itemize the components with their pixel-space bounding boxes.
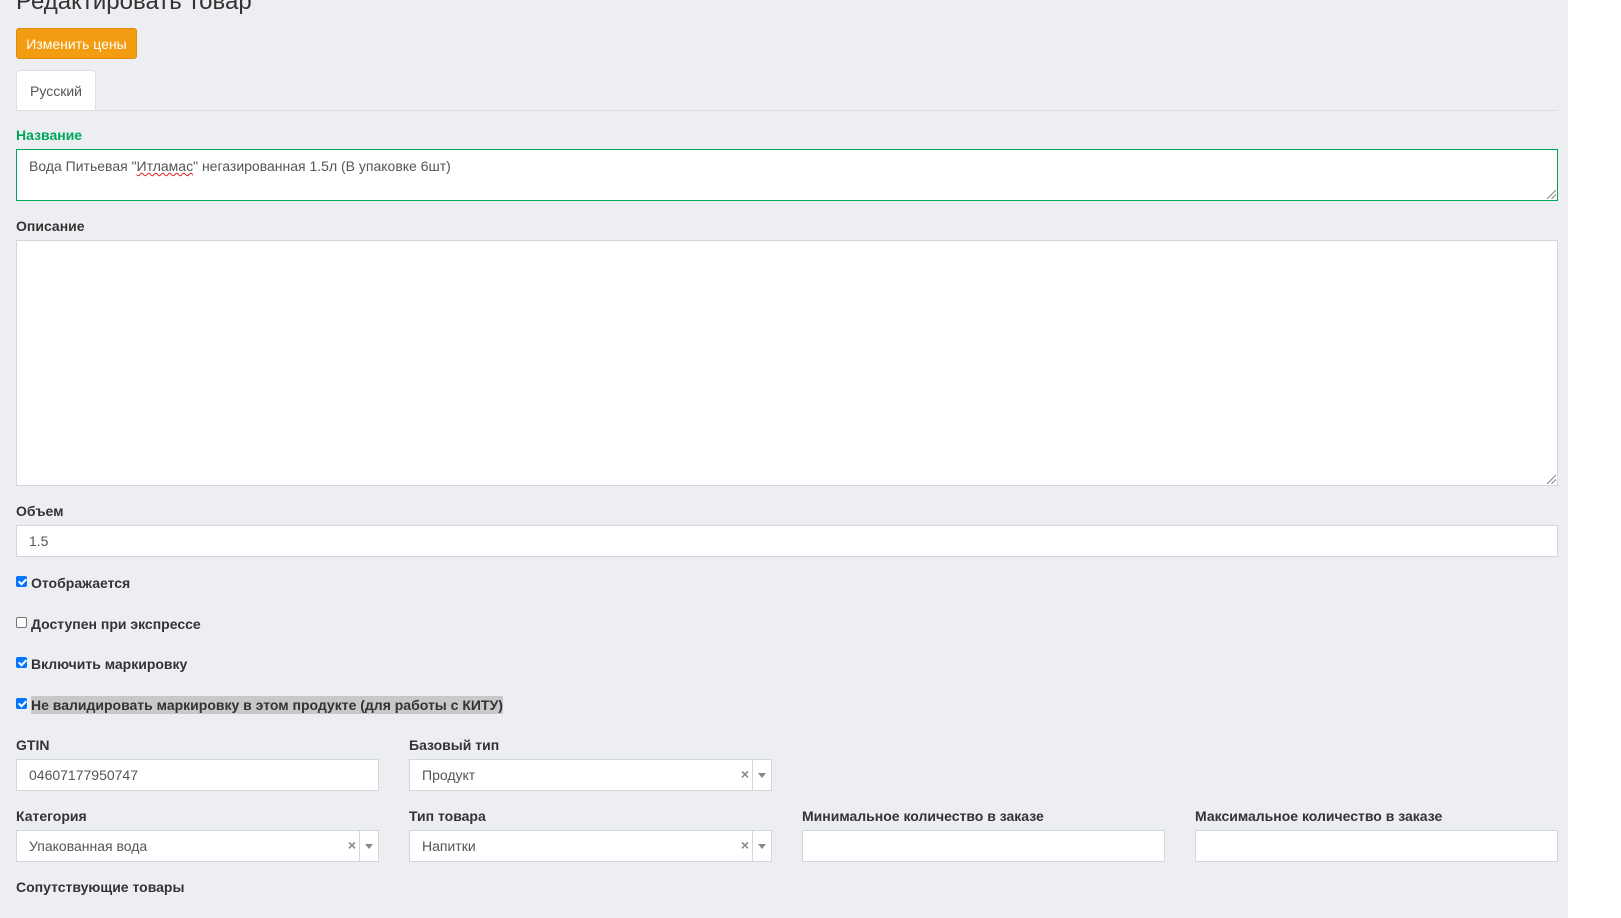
max-order-qty-input[interactable] <box>1195 830 1558 862</box>
page-title: Редактировать товар <box>16 0 252 15</box>
checkbox-visible-row[interactable]: Отображается <box>16 573 130 593</box>
change-prices-button[interactable]: Изменить цены <box>16 28 137 59</box>
right-blank-area <box>1568 0 1621 918</box>
checkbox-marking-label: Включить маркировку <box>31 656 188 672</box>
gtin-label: GTIN <box>16 737 50 753</box>
checkbox-skip-validation[interactable] <box>16 697 27 709</box>
edit-product-page: Редактировать товар Изменить цены Русски… <box>0 0 1568 918</box>
tab-russian[interactable]: Русский <box>16 70 96 110</box>
base-type-select[interactable]: Продукт × <box>409 759 772 791</box>
category-label: Категория <box>16 808 87 824</box>
product-type-value: Напитки <box>422 838 476 854</box>
checkbox-marking-row[interactable]: Включить маркировку <box>16 654 187 674</box>
checkbox-skip-validation-row[interactable]: Не валидировать маркировку в этом продук… <box>16 695 503 715</box>
name-text-start: Вода Питьевая " <box>29 158 137 174</box>
category-select[interactable]: Упакованная вода × <box>16 830 379 862</box>
product-type-select[interactable]: Напитки × <box>409 830 772 862</box>
chevron-down-icon[interactable] <box>752 760 771 790</box>
resize-grip-icon[interactable] <box>1547 190 1556 199</box>
chevron-down-icon[interactable] <box>752 831 771 861</box>
name-label: Название <box>16 127 83 143</box>
checkbox-marking[interactable] <box>16 656 27 668</box>
name-misspelled-word: Итламас <box>136 158 194 174</box>
gtin-input[interactable]: 04607177950747 <box>16 759 379 791</box>
volume-label: Объем <box>16 503 64 519</box>
related-products-label: Сопутствующие товары <box>16 879 185 895</box>
checkbox-express[interactable] <box>16 616 27 628</box>
language-tabs: Русский <box>16 70 1558 111</box>
category-value: Упакованная вода <box>29 838 148 854</box>
min-order-qty-label: Минимальное количество в заказе <box>802 808 1044 824</box>
chevron-down-icon[interactable] <box>359 831 378 861</box>
name-textarea[interactable]: Вода Питьевая "Итламас" негазированная 1… <box>16 149 1558 201</box>
volume-input[interactable]: 1.5 <box>16 525 1558 557</box>
checkbox-express-label: Доступен при экспрессе <box>31 616 201 632</box>
checkbox-visible-label: Отображается <box>31 575 131 591</box>
description-textarea[interactable] <box>16 240 1558 486</box>
checkbox-express-row[interactable]: Доступен при экспрессе <box>16 614 201 634</box>
clear-icon[interactable]: × <box>741 831 749 860</box>
clear-icon[interactable]: × <box>348 831 356 860</box>
name-text-end: " негазированная 1.5л (В упаковке 6шт) <box>193 158 451 174</box>
base-type-label: Базовый тип <box>409 737 500 753</box>
checkbox-skip-validation-label: Не валидировать маркировку в этом продук… <box>31 696 503 714</box>
resize-grip-icon[interactable] <box>1547 475 1556 484</box>
checkbox-visible[interactable] <box>16 575 27 587</box>
description-label: Описание <box>16 218 85 234</box>
min-order-qty-input[interactable] <box>802 830 1165 862</box>
clear-icon[interactable]: × <box>741 760 749 789</box>
product-type-label: Тип товара <box>409 808 486 824</box>
base-type-value: Продукт <box>422 767 476 783</box>
max-order-qty-label: Максимальное количество в заказе <box>1195 808 1443 824</box>
